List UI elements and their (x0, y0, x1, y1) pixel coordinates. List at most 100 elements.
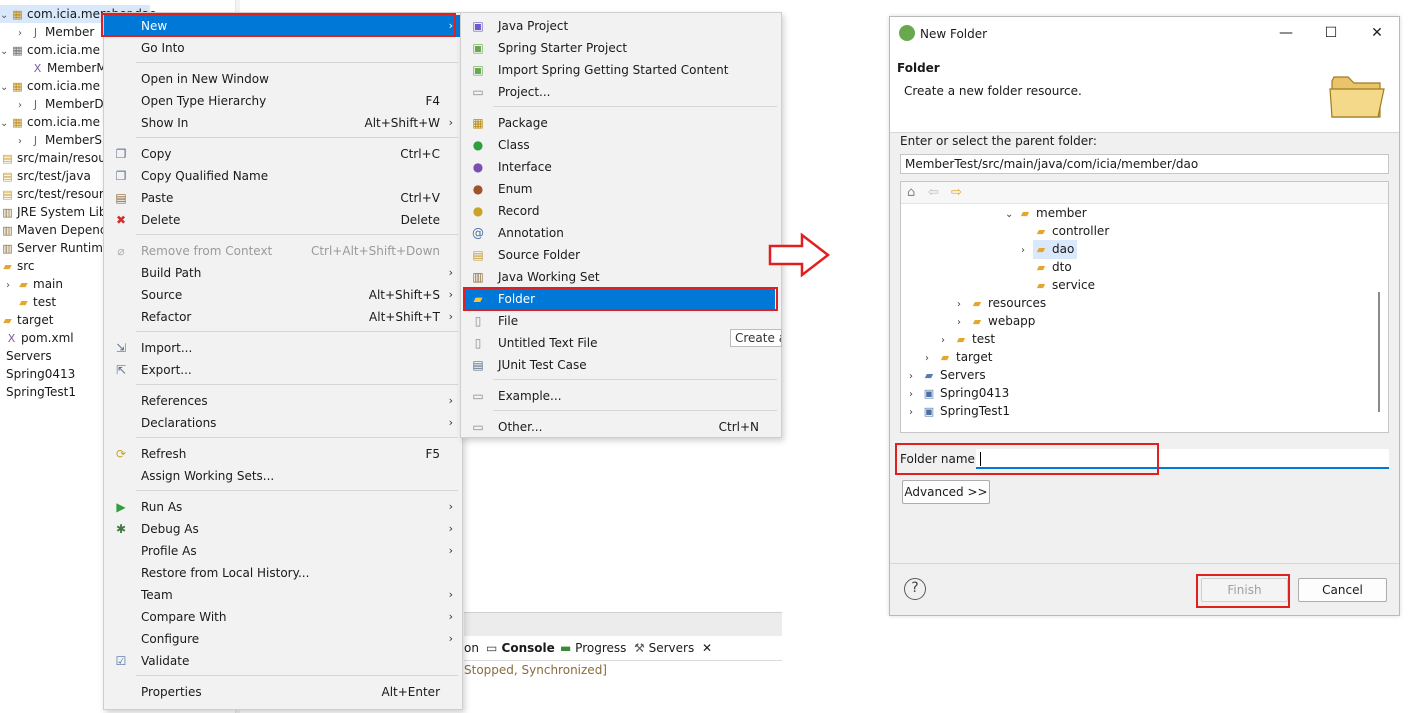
menu-item-refresh[interactable]: ⟳ Refresh F5 (104, 443, 462, 465)
tree-item[interactable]: ▥ JRE System Lib (0, 203, 106, 221)
close-icon[interactable]: ✕ (702, 641, 712, 655)
menu-item-assign-working-sets[interactable]: Assign Working Sets... (104, 465, 462, 487)
tree-item[interactable]: SpringTest1 (6, 383, 76, 401)
tree-item[interactable]: ▤ src/main/resou (0, 149, 106, 167)
menu-item-copy[interactable]: ❐ Copy Ctrl+C (104, 143, 462, 165)
menu-item-remove-from-context[interactable]: ⌀ Remove from Context Ctrl+Alt+Shift+Down (104, 240, 462, 262)
submenu-item-interface[interactable]: ● Interface (461, 156, 781, 178)
menu-item-references[interactable]: References › (104, 390, 462, 412)
tree-item[interactable]: › ▰ main (6, 275, 63, 293)
tree-scrollbar[interactable] (1378, 292, 1380, 412)
submenu-item-other[interactable]: ▭ Other... Ctrl+N (461, 416, 781, 438)
tree-item[interactable]: ▥ Server Runtime (0, 239, 110, 257)
tree-item[interactable]: Spring0413 (6, 365, 75, 383)
submenu-item-package[interactable]: ▦ Package (461, 112, 781, 134)
source-folder-icon: ▤ (472, 248, 484, 262)
submenu-item-source-folder[interactable]: ▤ Source Folder (461, 244, 781, 266)
menu-item-copy-qualified-name[interactable]: ❐ Copy Qualified Name (104, 165, 462, 187)
close-icon[interactable]: ✕ (1367, 25, 1387, 41)
tree-item[interactable]: ▥ Maven Depenc (0, 221, 106, 239)
tree-item[interactable]: › J MemberS (18, 131, 102, 149)
forward-icon[interactable]: ⇨ (951, 185, 962, 200)
parent-folder-input[interactable] (900, 154, 1389, 174)
tree-item[interactable]: ⌄ ▦ com.icia.me (0, 41, 100, 59)
menu-item-refactor[interactable]: Refactor Alt+Shift+T › (104, 306, 462, 328)
tree-item[interactable]: › J Member (18, 23, 94, 41)
tree-item-controller[interactable]: ▰ controller (1033, 222, 1109, 240)
menu-item-run-as[interactable]: ▶ Run As › (104, 496, 462, 518)
submenu-item-annotation[interactable]: @ Annotation (461, 222, 781, 244)
menu-item-restore-local-history[interactable]: Restore from Local History... (104, 562, 462, 584)
tree-item[interactable]: ▰ target (0, 311, 53, 329)
cancel-button[interactable]: Cancel (1298, 578, 1387, 602)
tree-item-service[interactable]: ▰ service (1033, 276, 1095, 294)
folder-name-input[interactable] (976, 449, 1389, 469)
back-icon[interactable]: ⇦ (928, 185, 939, 200)
tree-item[interactable]: ▰ test (16, 293, 56, 311)
advanced-button[interactable]: Advanced >> (902, 480, 990, 504)
menu-item-export[interactable]: ⇱ Export... (104, 359, 462, 381)
submenu-item-junit-test-case[interactable]: ▤ JUnit Test Case (461, 354, 781, 376)
submenu-item-project[interactable]: ▭ Project... (461, 81, 781, 103)
menu-item-source[interactable]: Source Alt+Shift+S › (104, 284, 462, 306)
tree-item[interactable]: ⌄ ▦ com.icia.me (0, 77, 100, 95)
submenu-item-record[interactable]: ● Record (461, 200, 781, 222)
submenu-item-import-spring[interactable]: ▣ Import Spring Getting Started Content (461, 59, 781, 81)
chevron-right-icon: › (448, 19, 453, 32)
tree-item[interactable]: › J MemberD (18, 95, 104, 113)
home-icon[interactable]: ⌂ (907, 185, 915, 200)
menu-item-paste[interactable]: ▤ Paste Ctrl+V (104, 187, 462, 209)
tree-item-springtest1[interactable]: › ▣ SpringTest1 (909, 402, 1010, 420)
menu-item-compare-with[interactable]: Compare With › (104, 606, 462, 628)
menu-item-import[interactable]: ⇲ Import... (104, 337, 462, 359)
maximize-icon[interactable]: ☐ (1321, 25, 1341, 41)
tree-item[interactable]: ⌄ ▦ com.icia.me (0, 113, 100, 131)
record-icon: ● (472, 204, 484, 218)
menu-item-validate[interactable]: ☑ Validate (104, 650, 462, 672)
submenu-item-java-working-set[interactable]: ▥ Java Working Set (461, 266, 781, 288)
tree-item-target[interactable]: › ▰ target (925, 348, 993, 366)
tree-item[interactable]: ▰ src (0, 257, 34, 275)
tab-console[interactable]: ▭ Console (486, 641, 555, 655)
menu-item-debug-as[interactable]: ✱ Debug As › (104, 518, 462, 540)
submenu-item-folder[interactable]: ▰ Folder (465, 288, 775, 310)
submenu-item-spring-starter[interactable]: ▣ Spring Starter Project (461, 37, 781, 59)
folder-tree[interactable]: ⌂ ⇦ ⇨ ⌄ ▰ member ▰ controller › ▰ dao ▰ dto ▰ s… (900, 181, 1389, 433)
submenu-item-java-project[interactable]: ▣ Java Project (461, 15, 781, 37)
menu-item-declarations[interactable]: Declarations › (104, 412, 462, 434)
menu-item-properties[interactable]: Properties Alt+Enter (104, 681, 462, 703)
menu-item-delete[interactable]: ✖ Delete Delete (104, 209, 462, 231)
menu-item-open-new-window[interactable]: Open in New Window (104, 68, 462, 90)
submenu-item-example[interactable]: ▭ Example... (461, 385, 781, 407)
menu-item-team[interactable]: Team › (104, 584, 462, 606)
header-title: Folder (897, 61, 940, 75)
menu-item-go-into[interactable]: Go Into (104, 37, 462, 59)
submenu-item-enum[interactable]: ● Enum (461, 178, 781, 200)
menu-item-configure[interactable]: Configure › (104, 628, 462, 650)
tab-servers[interactable]: ⚒ Servers ✕ (634, 641, 712, 655)
menu-item-open-type-hierarchy[interactable]: Open Type Hierarchy F4 (104, 90, 462, 112)
tab-partial[interactable]: on (464, 641, 479, 655)
tree-item[interactable]: ▤ src/test/java (0, 167, 91, 185)
menu-item-build-path[interactable]: Build Path › (104, 262, 462, 284)
finish-button[interactable]: Finish (1201, 578, 1288, 602)
tree-item-webapp[interactable]: › ▰ webapp (957, 312, 1035, 330)
minimize-icon[interactable]: — (1276, 25, 1296, 41)
submenu-item-class[interactable]: ● Class (461, 134, 781, 156)
menu-item-new[interactable]: New › (104, 15, 462, 37)
tree-item[interactable]: Xpom.xml (4, 329, 74, 347)
tree-item[interactable]: Servers (6, 347, 52, 365)
tree-item-spring0413[interactable]: › ▣ Spring0413 (909, 384, 1009, 402)
tree-item-dto[interactable]: ▰ dto (1033, 258, 1072, 276)
tree-item-dao[interactable]: › ▰ dao (1021, 240, 1078, 259)
help-icon[interactable]: ? (904, 578, 926, 600)
tree-item-resources[interactable]: › ▰ resources (957, 294, 1046, 312)
tree-item-test[interactable]: › ▰ test (941, 330, 995, 348)
tree-item-member[interactable]: ⌄ ▰ member (1005, 204, 1087, 222)
menu-item-show-in[interactable]: Show In Alt+Shift+W › (104, 112, 462, 134)
tree-item-servers[interactable]: › ▰ Servers (909, 366, 986, 384)
menu-item-profile-as[interactable]: Profile As › (104, 540, 462, 562)
tree-item[interactable]: X MemberM (20, 59, 107, 77)
tree-item[interactable]: ▤ src/test/resourc (0, 185, 110, 203)
tab-progress[interactable]: ▬ Progress (560, 641, 626, 655)
